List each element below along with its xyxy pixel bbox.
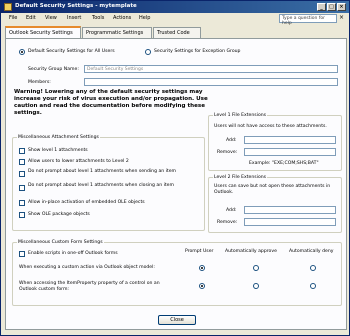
help-question-input[interactable]: Type a question for help [279, 14, 337, 26]
level1-add-label: Add: [226, 138, 237, 143]
tab-trusted-code[interactable]: Trusted Code [153, 27, 201, 38]
col-auto-approve: Automatically approve [225, 249, 277, 254]
members-label: Members: [28, 80, 51, 85]
no-prompt-sending-label: Do not prompt about level 1 attachments … [28, 169, 177, 174]
maximize-icon[interactable]: □ [327, 3, 336, 11]
level2-add-field[interactable] [244, 206, 336, 214]
no-prompt-closing-label: Do not prompt about level 1 attachments … [28, 183, 174, 188]
misc-attachments-group: Miscellaneous Attachment Settings Show l… [12, 135, 205, 231]
level1-add-field[interactable] [244, 136, 336, 144]
inplace-ole-checkbox[interactable] [19, 200, 25, 206]
menu-actions[interactable]: Actions [113, 15, 131, 21]
show-ole-package-label: Show OLE package objects [28, 212, 90, 217]
title-bar: Default Security Settings - mytemplate _… [1, 1, 349, 13]
custom-action-label: When executing a custom action via Outlo… [19, 265, 155, 270]
close-icon[interactable]: × [337, 3, 346, 11]
menu-help[interactable]: Help [139, 15, 150, 21]
no-prompt-closing-checkbox[interactable] [19, 185, 25, 191]
level2-remove-label: Remove: [217, 220, 238, 225]
window-title: Default Security Settings - mytemplate [15, 3, 137, 9]
itemproperty-deny-radio[interactable] [310, 283, 316, 289]
level2-remove-field[interactable] [244, 218, 336, 226]
level2-group: Level 2 File Extensions Users can save b… [208, 175, 342, 233]
level1-remove-label: Remove: [217, 150, 238, 155]
enable-scripts-label: Enable scripts in one-off Outlook forms [28, 251, 118, 256]
members-field[interactable] [84, 78, 338, 86]
menu-tools[interactable]: Tools [92, 15, 104, 21]
col-auto-deny: Automatically deny [289, 249, 334, 254]
show-ole-package-checkbox[interactable] [19, 212, 25, 218]
level2-add-label: Add: [226, 208, 237, 213]
group-name-label: Security Group Name: [28, 67, 79, 72]
level2-desc: Users can save but not open these attach… [214, 184, 331, 195]
custom-forms-group: Miscellaneous Custom Form Settings Enabl… [12, 240, 342, 306]
close-button[interactable]: Close [158, 315, 196, 325]
custom-forms-title: Miscellaneous Custom Form Settings [17, 240, 104, 245]
warning-text: Warning! Lowering any of the default sec… [14, 89, 208, 116]
itemproperty-approve-radio[interactable] [253, 283, 259, 289]
col-prompt-user: Prompt User [185, 249, 214, 254]
custom-action-deny-radio[interactable] [310, 265, 316, 271]
inplace-ole-label: Allow in-place activation of embedded OL… [28, 200, 145, 205]
level1-example: Example: "EXE;COM;SHS;BAT" [249, 161, 319, 166]
menu-view[interactable]: View [45, 15, 57, 21]
level1-remove-field[interactable] [244, 148, 336, 156]
all-users-radio[interactable] [19, 49, 25, 55]
level1-title: Level 1 File Extensions [213, 113, 268, 118]
lower-to-level2-checkbox[interactable] [19, 159, 25, 165]
window-icon [4, 3, 12, 11]
level1-group: Level 1 File Extensions Users will not h… [208, 113, 342, 171]
itemproperty-prompt-radio[interactable] [199, 283, 205, 289]
menu-file[interactable]: File [9, 15, 17, 21]
group-name-field[interactable]: Default Security Settings [84, 65, 338, 73]
custom-action-approve-radio[interactable] [253, 265, 259, 271]
all-users-label: Default Security Settings for All Users [28, 49, 115, 54]
menu-edit[interactable]: Edit [26, 15, 36, 21]
minimize-icon[interactable]: _ [317, 3, 326, 11]
custom-action-prompt-radio[interactable] [199, 265, 205, 271]
itemproperty-label: When accessing the ItemProperty property… [19, 281, 160, 292]
close-icon[interactable]: × [339, 14, 344, 21]
no-prompt-sending-checkbox[interactable] [19, 171, 25, 177]
dialog-window: Default Security Settings - mytemplate _… [0, 0, 350, 336]
menu-insert[interactable]: Insert [67, 15, 81, 21]
level1-desc: Users will not have access to these atta… [214, 124, 327, 129]
lower-to-level2-label: Allow users to lower attachments to Leve… [28, 159, 129, 164]
show-level1-checkbox[interactable] [19, 148, 25, 154]
level2-title: Level 2 File Extensions [213, 175, 268, 180]
enable-scripts-checkbox[interactable] [19, 251, 25, 257]
exception-group-radio[interactable] [145, 49, 151, 55]
misc-attachments-title: Miscellaneous Attachment Settings [17, 135, 100, 140]
exception-group-label: Security Settings for Exception Group [154, 49, 241, 54]
tab-programmatic[interactable]: Programmatic Settings [82, 27, 152, 38]
show-level1-label: Show level 1 attachments [28, 148, 88, 153]
settings-panel: Default Security Settings for All Users … [5, 38, 347, 330]
